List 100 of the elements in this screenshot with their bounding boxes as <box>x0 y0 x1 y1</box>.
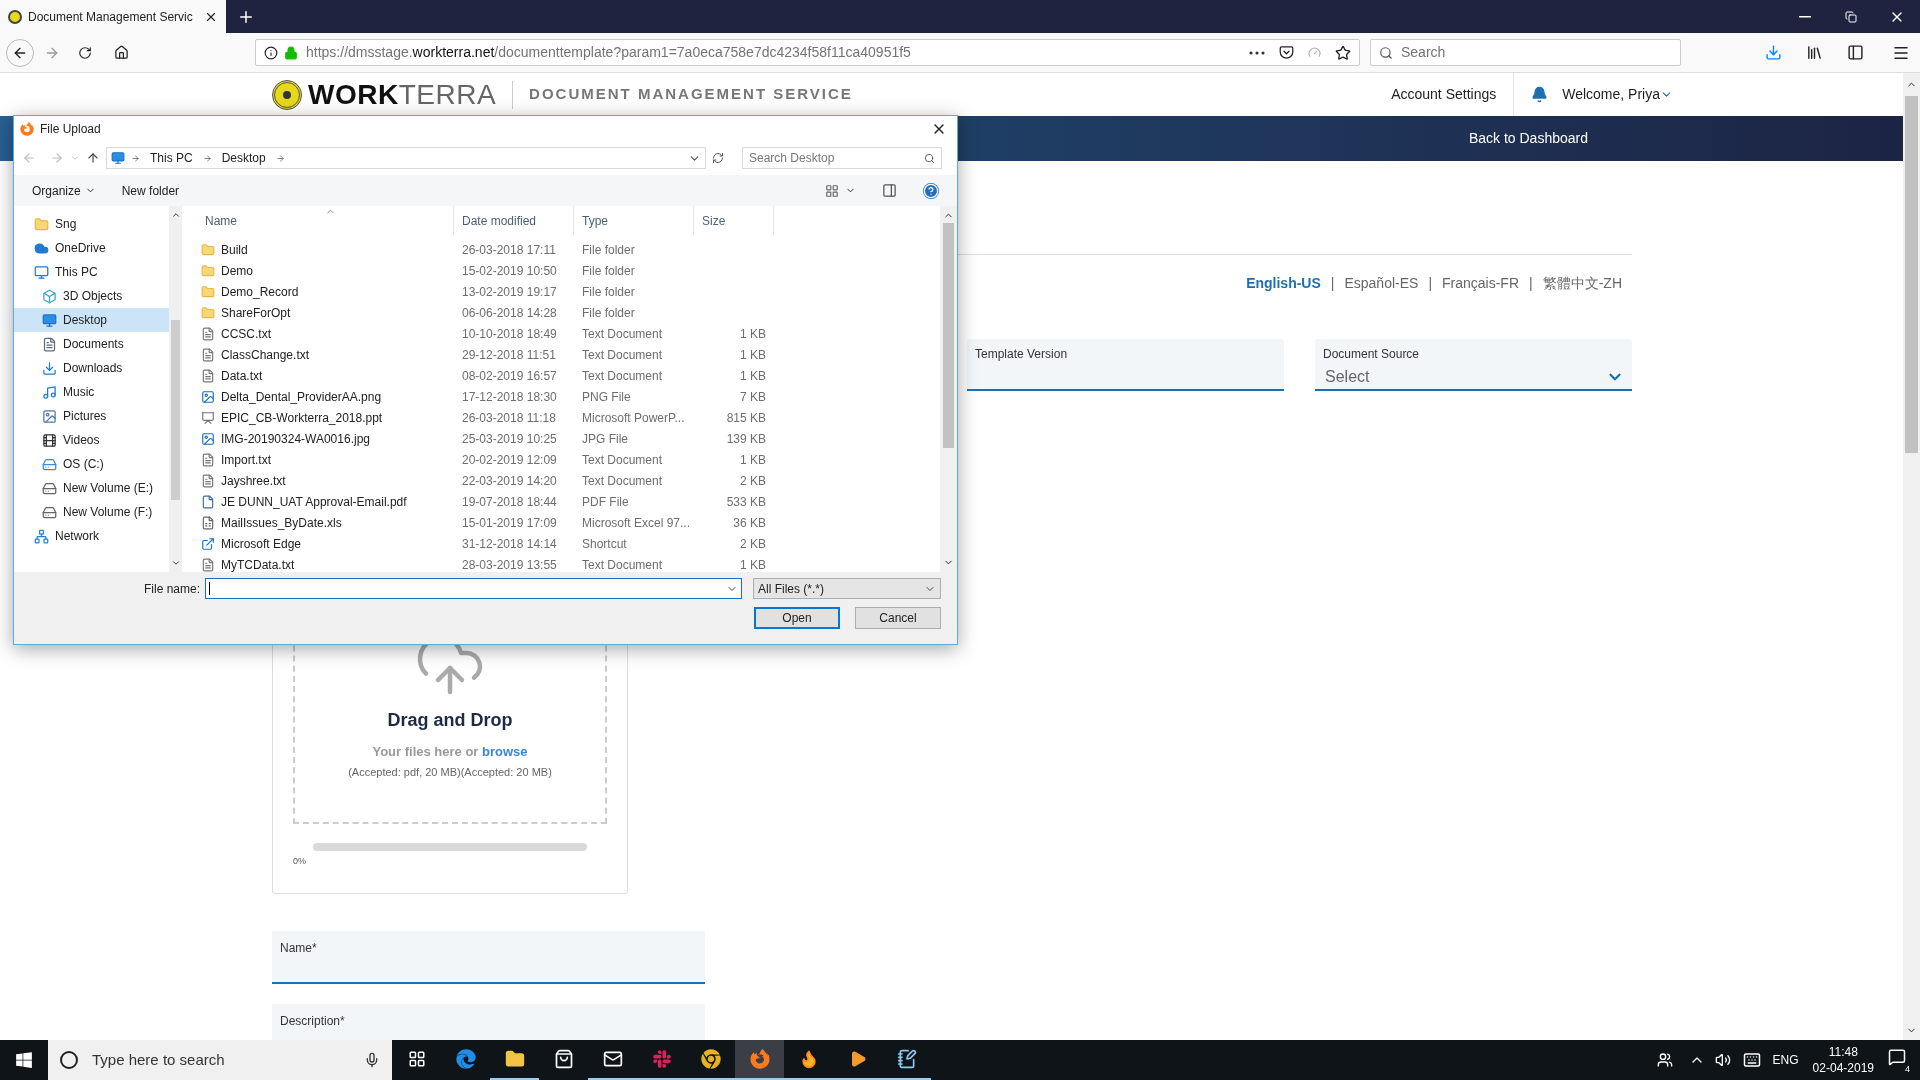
scrollbar[interactable] <box>169 206 182 572</box>
language-link[interactable]: 繁體中文-ZH <box>1542 273 1622 294</box>
file-name: ClassChange.txt <box>221 346 310 364</box>
nav-item[interactable]: Downloads <box>14 356 169 380</box>
input-language[interactable]: ENG <box>1772 1051 1799 1069</box>
file-row[interactable]: Microsoft Edge 31-12-2018 14:14 Shortcut 2 KB <box>197 533 940 554</box>
file-type-filter[interactable]: All Files (*.*) <box>753 578 941 599</box>
download-arrow-icon <box>42 360 57 376</box>
file-size: 1 KB <box>740 346 766 364</box>
file-row[interactable]: CCSC.txt 10-10-2018 18:49 Text Document 1 KB <box>197 323 940 344</box>
nav-item[interactable]: Sng <box>14 212 169 236</box>
column-header[interactable]: Size <box>694 206 774 235</box>
file-size: 139 KB <box>726 430 766 448</box>
file-row[interactable]: MyTCData.txt 28-03-2019 13:55 Text Document 1 KB <box>197 554 940 572</box>
file-row[interactable]: Data.txt 08-02-2019 16:57 Text Document 1 KB <box>197 365 940 386</box>
breadcrumb-item[interactable]: This PC <box>146 149 197 167</box>
organize-button[interactable]: Organize <box>32 181 96 200</box>
select-field[interactable]: Document Source Select <box>1315 339 1632 391</box>
date-modified: 08-02-2019 16:57 <box>461 367 558 385</box>
clock-time: 11:48 <box>1828 1044 1858 1060</box>
browser-fox-icon <box>749 1049 770 1069</box>
date-modified: 06-06-2018 14:28 <box>461 304 558 322</box>
file-row[interactable]: JE DUNN_UAT Approval-Email.pdf 19-07-2018 18:44 PDF File 533 KB <box>197 491 940 512</box>
spreadsheet-file-icon <box>201 515 215 530</box>
file-type: File folder <box>581 241 636 259</box>
text-file-icon <box>201 557 215 572</box>
taskbar-search-field[interactable]: Type here to search <box>48 1040 392 1080</box>
file-row[interactable]: Delta_Dental_ProviderAA.png 17-12-2018 18:30 PNG File 7 KB <box>197 386 940 407</box>
file-row[interactable]: Import.txt 20-02-2019 12:09 Text Document 1 KB <box>197 449 940 470</box>
language-link[interactable]: English-US <box>1246 273 1321 294</box>
back-to-dashboard-link[interactable]: Back to Dashboard <box>1468 128 1588 149</box>
column-header[interactable]: Date modified <box>454 206 574 235</box>
task-view-icon <box>407 1050 426 1068</box>
text-field[interactable]: Name* <box>272 931 705 984</box>
file-type: Microsoft PowerP... <box>581 409 686 427</box>
taskbar-app-button[interactable] <box>735 1040 784 1080</box>
folder-icon <box>201 305 215 320</box>
file-name: Microsoft Edge <box>221 535 302 553</box>
file-row[interactable]: IMG-20190324-WA0016.jpg 25-03-2019 10:25 JPG File 139 KB <box>197 428 940 449</box>
file-type: Text Document <box>581 367 664 385</box>
file-row[interactable]: Jayshree.txt 22-03-2019 14:20 Text Document 2 KB <box>197 470 940 491</box>
browse-link[interactable]: browse <box>482 744 528 759</box>
open-button[interactable]: Open <box>754 607 840 629</box>
nav-item[interactable]: New Volume (E:) <box>14 476 169 500</box>
nav-item[interactable]: Desktop <box>14 308 169 332</box>
accepted-note: (Accepted: pdf, 20 MB)(Accepted: 20 MB) <box>348 764 552 780</box>
scrollbar[interactable] <box>1903 73 1920 1040</box>
date-modified: 26-03-2018 17:11 <box>461 241 557 259</box>
nav-item[interactable]: Videos <box>14 428 169 452</box>
monitor-icon <box>34 264 49 280</box>
bell-icon <box>1531 86 1549 103</box>
browser-tab[interactable]: Document Management Servic <box>0 0 226 33</box>
drive-icon <box>42 480 57 496</box>
up-arrow-icon <box>86 151 100 165</box>
monitor-icon <box>111 151 125 165</box>
more-icon <box>1249 50 1265 55</box>
text-field[interactable]: Template Version <box>967 339 1284 391</box>
text-field[interactable]: Description* <box>272 1004 705 1040</box>
search-field[interactable]: Search Desktop <box>742 147 942 169</box>
music-note-icon <box>42 384 57 400</box>
date-modified: 22-03-2019 14:20 <box>461 472 558 490</box>
nav-item[interactable]: Pictures <box>14 404 169 428</box>
new-folder-button[interactable]: New folder <box>121 181 180 200</box>
scrollbar[interactable] <box>940 206 957 572</box>
file-name: EPIC_CB-Workterra_2018.ppt <box>221 409 383 427</box>
nav-item[interactable]: New Volume (F:) <box>14 500 169 524</box>
nav-item[interactable]: 3D Objects <box>14 284 169 308</box>
file-name: IMG-20190324-WA0016.jpg <box>221 430 370 448</box>
target-logo-icon <box>8 9 22 24</box>
nav-item[interactable]: OneDrive <box>14 236 169 260</box>
address-bar[interactable]: https://dmsstage.workterra.net/documenttemplate?param1=7a0eca758e7dc4234f58f11ca40951f5 <box>255 39 1360 66</box>
file-row[interactable]: ClassChange.txt 29-12-2018 11:51 Text Document 1 KB <box>197 344 940 365</box>
home-icon <box>114 45 129 60</box>
user-menu[interactable]: Welcome, Priya <box>1562 84 1673 105</box>
file-row[interactable]: MailIssues_ByDate.xls 15-01-2019 17:09 Microsoft Excel 97... 36 KB <box>197 512 940 533</box>
nav-item[interactable]: Documents <box>14 332 169 356</box>
column-header[interactable]: Type <box>574 206 694 235</box>
file-row[interactable]: EPIC_CB-Workterra_2018.ppt 26-03-2018 11:18 Microsoft PowerP... 815 KB <box>197 407 940 428</box>
column-header[interactable]: Name <box>197 206 454 235</box>
date-modified: 19-07-2018 18:44 <box>461 493 558 511</box>
nav-item[interactable]: Music <box>14 380 169 404</box>
file-type: File folder <box>581 304 636 322</box>
account-settings-link[interactable]: Account Settings <box>1391 84 1497 105</box>
file-row[interactable]: Demo 15-02-2019 10:50 File folder <box>197 260 940 281</box>
file-name-input[interactable] <box>205 578 742 599</box>
search-field[interactable]: Search <box>1370 39 1681 66</box>
nav-item[interactable]: OS (C:) <box>14 452 169 476</box>
cancel-button[interactable]: Cancel <box>855 607 941 629</box>
language-link[interactable]: Español-ES <box>1344 273 1419 294</box>
nav-item[interactable]: This PC <box>14 260 169 284</box>
file-row[interactable]: Build 26-03-2018 17:11 File folder <box>197 239 940 260</box>
file-row[interactable]: ShareForOpt 06-06-2018 14:28 File folder <box>197 302 940 323</box>
file-name-label: File name: <box>143 580 200 598</box>
file-name: Data.txt <box>221 367 263 385</box>
language-link[interactable]: Français-FR <box>1442 273 1520 294</box>
file-row[interactable]: Demo_Record 13-02-2019 19:17 File folder <box>197 281 940 302</box>
address-bar[interactable]: This PC Desktop <box>106 147 706 169</box>
nav-item[interactable]: Network <box>14 524 169 548</box>
file-name: Build <box>221 241 248 259</box>
breadcrumb-item[interactable]: Desktop <box>217 149 270 167</box>
